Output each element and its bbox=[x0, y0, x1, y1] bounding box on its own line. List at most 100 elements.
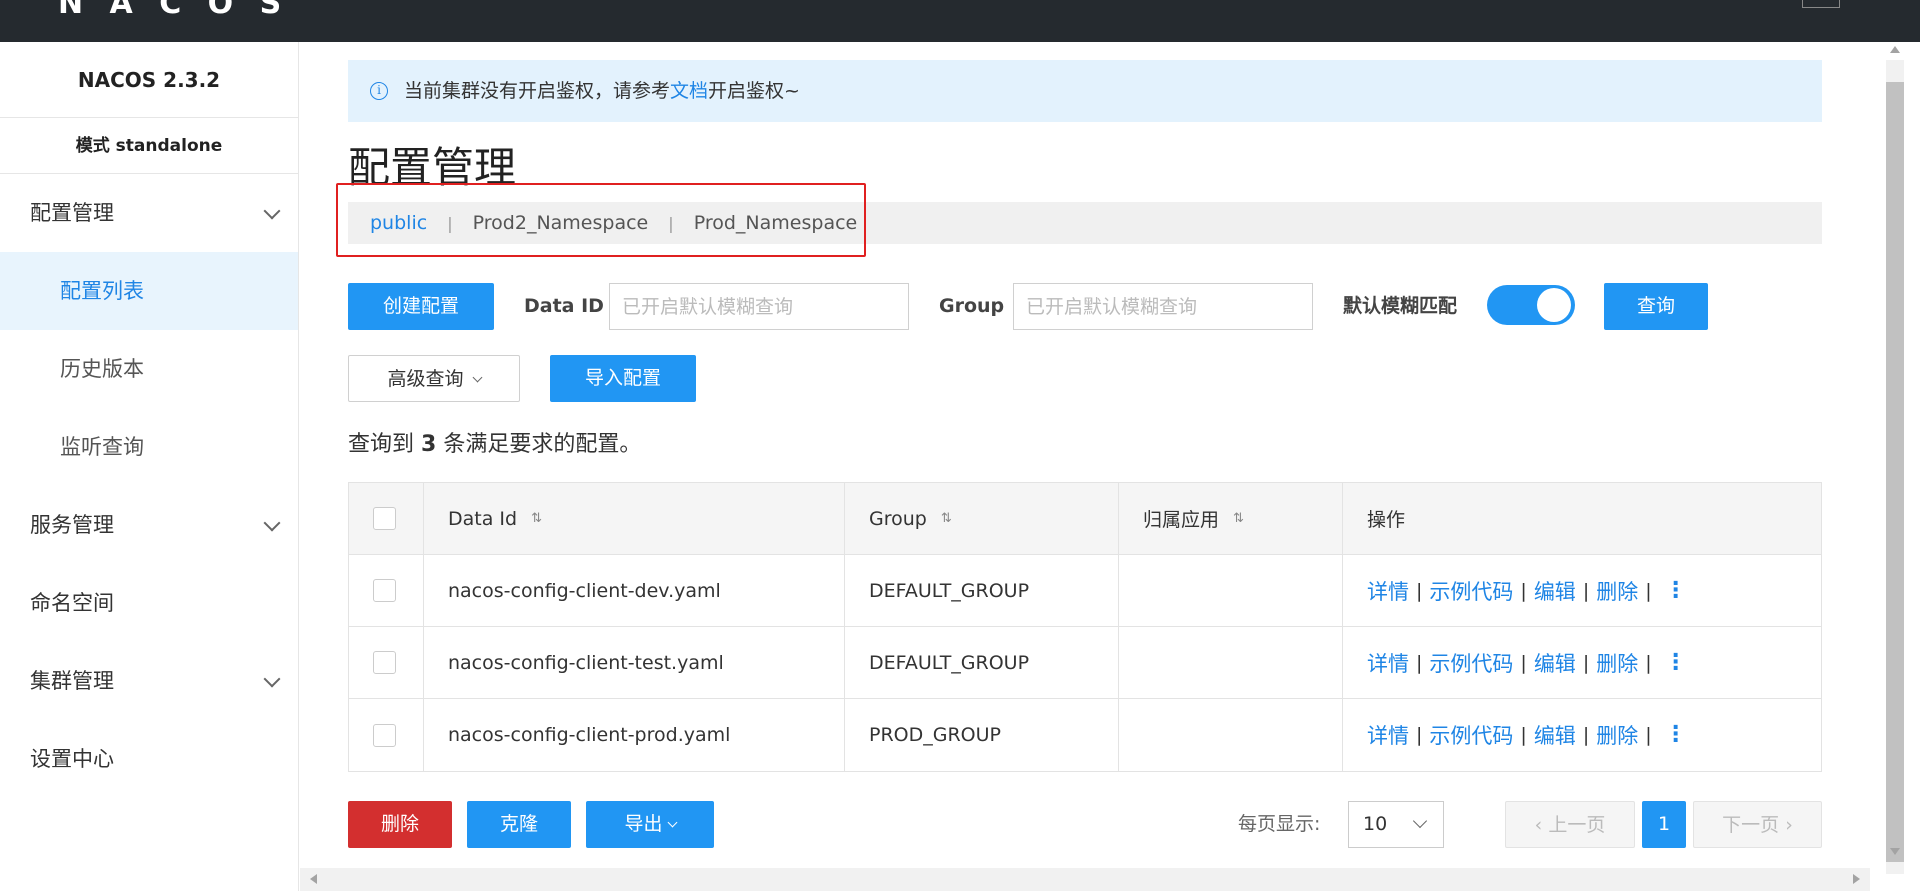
header-checkbox-cell bbox=[349, 483, 424, 554]
sidebar-item-config-management[interactable]: 配置管理 bbox=[0, 174, 298, 252]
sidebar-item-history[interactable]: 历史版本 bbox=[0, 330, 298, 408]
result-count: 3 bbox=[421, 432, 437, 457]
chevron-down-icon bbox=[263, 514, 281, 532]
result-suffix: 条满足要求的配置。 bbox=[443, 432, 642, 457]
doc-link[interactable]: 文档 bbox=[670, 80, 708, 102]
column-label: Data Id bbox=[448, 507, 518, 530]
chevron-down-icon bbox=[667, 817, 677, 828]
sample-code-link[interactable]: 示例代码 bbox=[1429, 648, 1513, 678]
import-config-button[interactable]: 导入配置 bbox=[550, 355, 696, 402]
header-app[interactable]: 归属应用 ⇅ bbox=[1119, 483, 1343, 554]
sidebar-item-label: 配置管理 bbox=[30, 201, 114, 225]
sidebar-item-label: 集群管理 bbox=[30, 669, 114, 693]
sidebar-item-label: 命名空间 bbox=[30, 591, 114, 615]
cell-group: DEFAULT_GROUP bbox=[845, 627, 1119, 698]
sidebar-item-label: 配置列表 bbox=[60, 279, 144, 303]
clone-button[interactable]: 克隆 bbox=[467, 801, 571, 848]
cell-actions: 详情 | 示例代码 | 编辑 | 删除 | ⋮ bbox=[1343, 627, 1821, 698]
scroll-thumb[interactable] bbox=[1886, 82, 1904, 862]
detail-link[interactable]: 详情 bbox=[1367, 648, 1409, 678]
next-page-button[interactable]: 下一页 › bbox=[1693, 801, 1822, 848]
action-separator: | bbox=[1520, 724, 1527, 746]
data-id-label: Data ID bbox=[524, 295, 604, 317]
sidebar-item-listener-query[interactable]: 监听查询 bbox=[0, 408, 298, 486]
delete-link[interactable]: 删除 bbox=[1596, 648, 1638, 678]
more-options-icon[interactable]: ⋮ bbox=[1665, 579, 1687, 602]
row-checkbox[interactable] bbox=[373, 723, 396, 747]
chevron-down-icon bbox=[263, 670, 281, 688]
main-content: i 当前集群没有开启鉴权，请参考文档开启鉴权~ 配置管理 public | Pr… bbox=[300, 42, 1870, 868]
data-id-input[interactable] bbox=[609, 283, 909, 330]
more-options-icon[interactable]: ⋮ bbox=[1665, 724, 1687, 746]
action-separator: | bbox=[1582, 651, 1590, 674]
cell-group: PROD_GROUP bbox=[845, 699, 1119, 771]
row-checkbox-cell bbox=[349, 627, 424, 698]
edit-link[interactable]: 编辑 bbox=[1534, 720, 1576, 750]
sidebar-item-label: 服务管理 bbox=[30, 513, 114, 537]
next-page-label: 下一页 bbox=[1722, 814, 1780, 836]
current-page-button[interactable]: 1 bbox=[1642, 801, 1686, 848]
batch-delete-button[interactable]: 删除 bbox=[348, 801, 452, 848]
scroll-right-icon[interactable] bbox=[1853, 874, 1860, 884]
row-checkbox[interactable] bbox=[373, 651, 396, 674]
sidebar-item-settings[interactable]: 设置中心 bbox=[0, 720, 298, 798]
edit-link[interactable]: 编辑 bbox=[1534, 576, 1576, 606]
column-label: Group bbox=[869, 507, 927, 530]
more-options-icon[interactable]: ⋮ bbox=[1665, 651, 1687, 674]
chevron-right-icon: › bbox=[1785, 814, 1793, 836]
horizontal-scrollbar[interactable] bbox=[300, 868, 1870, 891]
action-separator: | bbox=[1416, 651, 1423, 674]
cell-app bbox=[1119, 555, 1343, 626]
toggle-knob bbox=[1537, 288, 1571, 322]
result-prefix: 查询到 bbox=[348, 432, 415, 457]
scroll-up-icon[interactable] bbox=[1890, 46, 1900, 53]
app-title: NACOS 2.3.2 bbox=[0, 42, 298, 118]
fuzzy-match-toggle[interactable] bbox=[1487, 285, 1575, 325]
cell-group: DEFAULT_GROUP bbox=[845, 555, 1119, 626]
sort-icon[interactable]: ⇅ bbox=[531, 511, 542, 526]
query-button[interactable]: 查询 bbox=[1604, 283, 1708, 330]
sidebar-item-namespace[interactable]: 命名空间 bbox=[0, 564, 298, 642]
top-right-button[interactable] bbox=[1802, 0, 1840, 8]
cell-data-id: nacos-config-client-prod.yaml bbox=[424, 699, 845, 771]
advanced-query-label: 高级查询 bbox=[387, 368, 464, 390]
prev-page-button[interactable]: ‹ 上一页 bbox=[1505, 801, 1635, 848]
column-label: 操作 bbox=[1367, 509, 1406, 531]
sample-code-link[interactable]: 示例代码 bbox=[1429, 720, 1513, 750]
sidebar: NACOS 2.3.2 模式 standalone 配置管理 配置列表 历史版本… bbox=[0, 42, 299, 891]
cell-app bbox=[1119, 627, 1343, 698]
header-group[interactable]: Group ⇅ bbox=[845, 483, 1119, 554]
vertical-scrollbar[interactable] bbox=[1870, 42, 1920, 891]
action-separator: | bbox=[1520, 579, 1527, 602]
edit-link[interactable]: 编辑 bbox=[1534, 648, 1576, 678]
select-all-checkbox[interactable] bbox=[373, 507, 396, 530]
header-actions: 操作 bbox=[1343, 483, 1821, 554]
scroll-left-icon[interactable] bbox=[310, 874, 317, 884]
cell-actions: 详情 | 示例代码 | 编辑 | 删除 | ⋮ bbox=[1343, 699, 1821, 771]
sidebar-item-service-management[interactable]: 服务管理 bbox=[0, 486, 298, 564]
page-size-select[interactable]: 10 bbox=[1348, 801, 1444, 848]
sort-icon[interactable]: ⇅ bbox=[1233, 511, 1244, 526]
detail-link[interactable]: 详情 bbox=[1367, 720, 1409, 750]
cell-data-id: nacos-config-client-dev.yaml bbox=[424, 555, 845, 626]
scroll-down-icon[interactable] bbox=[1890, 848, 1900, 855]
row-checkbox[interactable] bbox=[373, 579, 396, 602]
advanced-query-button[interactable]: 高级查询 bbox=[348, 355, 520, 402]
detail-link[interactable]: 详情 bbox=[1367, 576, 1409, 606]
sort-icon[interactable]: ⇅ bbox=[941, 511, 952, 526]
sidebar-item-config-list[interactable]: 配置列表 bbox=[0, 252, 298, 330]
sidebar-item-cluster-management[interactable]: 集群管理 bbox=[0, 642, 298, 720]
export-button[interactable]: 导出 bbox=[586, 801, 714, 848]
top-nav-bar: N A C O S bbox=[0, 0, 1920, 42]
mode-label: 模式 standalone bbox=[0, 118, 298, 174]
sample-code-link[interactable]: 示例代码 bbox=[1429, 576, 1513, 606]
delete-link[interactable]: 删除 bbox=[1596, 720, 1638, 750]
group-input[interactable] bbox=[1013, 283, 1313, 330]
cell-actions: 详情 | 示例代码 | 编辑 | 删除 | ⋮ bbox=[1343, 555, 1821, 626]
header-data-id[interactable]: Data Id ⇅ bbox=[424, 483, 845, 554]
table-row: nacos-config-client-test.yaml DEFAULT_GR… bbox=[349, 627, 1821, 699]
create-config-button[interactable]: 创建配置 bbox=[348, 283, 494, 330]
column-label: 归属应用 bbox=[1143, 509, 1220, 531]
delete-link[interactable]: 删除 bbox=[1596, 576, 1638, 606]
result-summary: 查询到 3 条满足要求的配置。 bbox=[348, 426, 641, 458]
